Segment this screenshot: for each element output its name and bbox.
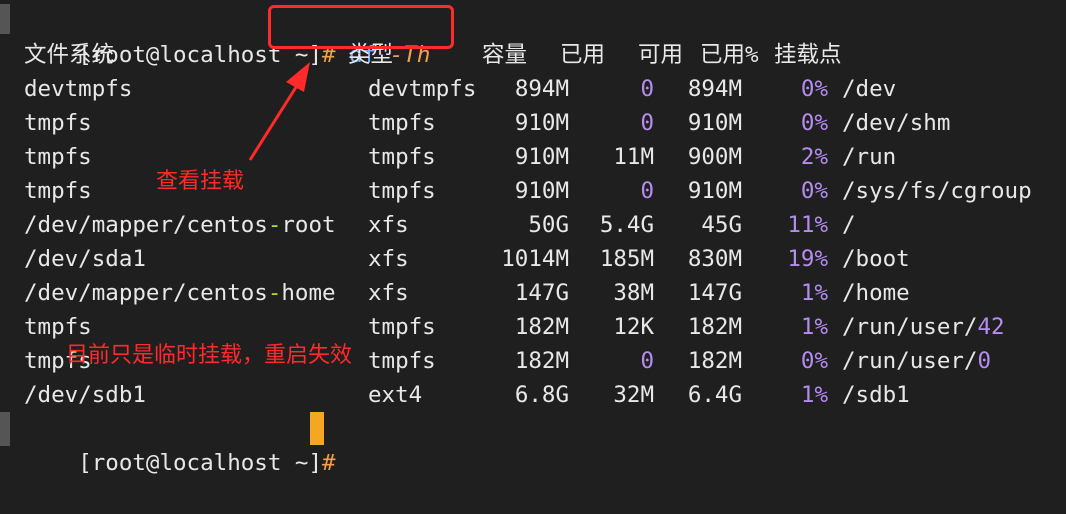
- terminal-window[interactable]: [root@localhost ~]# df -Th 文件系统 类型 容量 已用…: [0, 0, 1066, 476]
- annotation-view-mount: 查看挂载: [156, 169, 245, 194]
- annotation-arrow-icon: [248, 62, 310, 161]
- annotation-temporary-mount: 目前只是临时挂载，重启失效: [66, 343, 353, 368]
